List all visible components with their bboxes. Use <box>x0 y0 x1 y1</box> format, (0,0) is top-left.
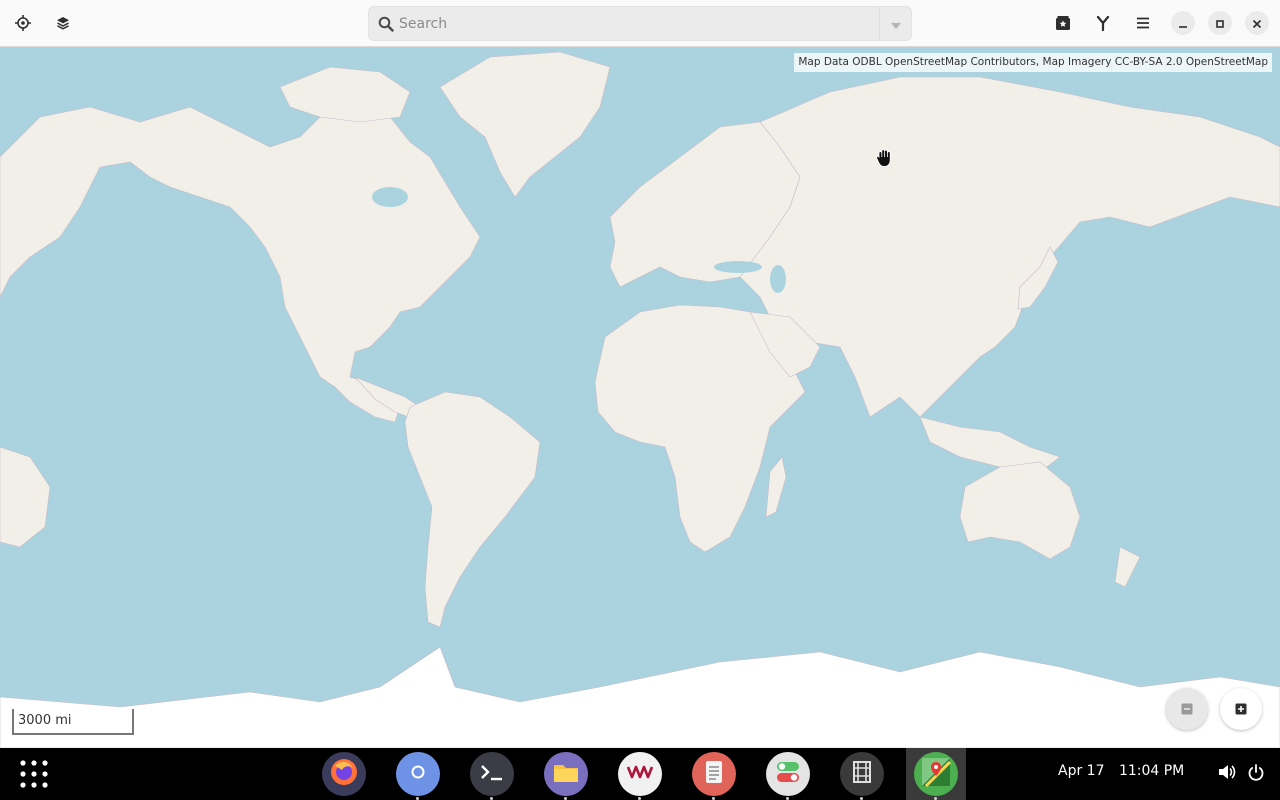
power-icon <box>1247 764 1265 786</box>
map-view[interactable]: Map Data ODBL OpenStreetMap Contributors… <box>0 47 1280 748</box>
arctic-islands <box>279 66 411 123</box>
dock-terminal[interactable] <box>470 752 514 796</box>
maximize-button[interactable] <box>1208 11 1232 35</box>
close-icon <box>1252 14 1262 33</box>
south-america-landmass <box>404 391 541 628</box>
show-apps-button[interactable] <box>18 758 50 794</box>
app-grid-icon <box>18 760 50 794</box>
toggles-icon <box>775 759 801 789</box>
asia-landmass <box>739 76 1280 418</box>
star-box-icon <box>1055 15 1071 31</box>
map-attribution: Map Data ODBL OpenStreetMap Contributors… <box>794 53 1272 72</box>
madagascar-landmass <box>765 456 787 518</box>
search-icon <box>378 16 394 36</box>
crosshair-icon <box>15 15 31 31</box>
minimize-icon <box>1178 14 1188 33</box>
search-input[interactable] <box>399 7 877 40</box>
taskbar: Apr 17 11:04 PM <box>0 748 1280 800</box>
route-button[interactable] <box>1088 8 1118 38</box>
grab-hand-icon <box>876 148 894 172</box>
australia-landmass <box>959 461 1081 560</box>
dock-boxes[interactable] <box>840 752 884 796</box>
chromium-icon <box>403 757 433 791</box>
volume-icon <box>1218 765 1236 784</box>
greenland-landmass <box>439 51 611 198</box>
plus-icon <box>1235 700 1247 719</box>
world-map <box>0 51 1280 748</box>
australia-wrap-landmass <box>0 446 51 548</box>
close-button[interactable] <box>1245 11 1269 35</box>
boxes-icon <box>849 759 875 789</box>
search-dropdown-button[interactable] <box>879 7 911 40</box>
layers-button[interactable] <box>48 8 78 38</box>
locate-button[interactable] <box>8 8 38 38</box>
layers-icon <box>56 16 70 30</box>
dock-text-editor[interactable] <box>692 752 736 796</box>
hamburger-menu-icon <box>1136 17 1150 29</box>
dock-firefox[interactable] <box>322 752 366 796</box>
dock-files[interactable] <box>544 752 588 796</box>
dock-tweaks[interactable] <box>766 752 810 796</box>
minimize-button[interactable] <box>1171 11 1195 35</box>
maximize-icon <box>1215 14 1225 33</box>
new-zealand-landmass <box>1114 546 1141 588</box>
zoom-out-button[interactable] <box>1166 688 1208 730</box>
firefox-icon <box>329 757 359 791</box>
header-bar <box>0 0 1280 47</box>
maps-icon <box>920 756 952 792</box>
vm-icon <box>626 764 654 784</box>
dock-chromium[interactable] <box>396 752 440 796</box>
antarctica-landmass <box>0 646 1280 748</box>
dock-maps[interactable] <box>914 752 958 796</box>
scale-bar: 3000 mi <box>12 709 134 735</box>
volume-button[interactable] <box>1218 764 1236 784</box>
north-america-landmass <box>0 101 481 423</box>
clock-time: 11:04 PM <box>1118 763 1185 779</box>
main-menu-button[interactable] <box>1128 8 1158 38</box>
search-box[interactable] <box>368 6 912 41</box>
route-fork-icon <box>1095 15 1111 31</box>
minus-icon <box>1181 700 1193 719</box>
terminal-icon <box>479 762 505 786</box>
document-icon <box>704 760 724 788</box>
clock-date: Apr 17 <box>1058 763 1105 779</box>
folder-icon <box>553 761 579 787</box>
clock[interactable]: Apr 17 11:04 PM <box>1058 763 1194 779</box>
chevron-down-icon <box>890 14 901 33</box>
power-button[interactable] <box>1247 764 1265 786</box>
favorites-button[interactable] <box>1048 8 1078 38</box>
dock-virt-manager[interactable] <box>618 752 662 796</box>
zoom-in-button[interactable] <box>1220 688 1262 730</box>
